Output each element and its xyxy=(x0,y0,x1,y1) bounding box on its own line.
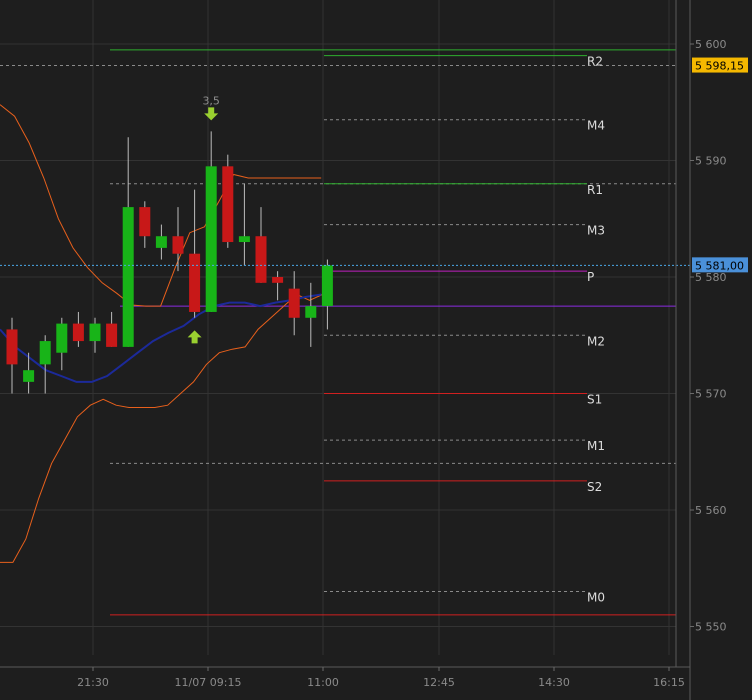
candle-body xyxy=(272,277,284,283)
pivot-level-label: P xyxy=(587,270,594,284)
candle-body xyxy=(89,323,101,342)
time-tick-label: 12:45 xyxy=(423,676,455,689)
candle-body xyxy=(189,253,201,312)
candle-body xyxy=(172,236,184,254)
candle-body xyxy=(222,166,234,243)
time-tick-label: 16:15 xyxy=(653,676,685,689)
price-tick-label: 5 560 xyxy=(695,504,727,517)
pivot-level-label: M3 xyxy=(587,224,605,238)
candle-body xyxy=(255,236,267,283)
candle-body xyxy=(6,329,18,365)
candle-body xyxy=(106,323,118,347)
pivot-level-label: R1 xyxy=(587,183,603,197)
candle-body xyxy=(321,265,333,307)
pivot-level-label: M1 xyxy=(587,439,605,453)
candle-body xyxy=(56,323,68,353)
pivot-level-label: S1 xyxy=(587,393,602,407)
pivot-level-label: R2 xyxy=(587,55,603,69)
time-tick-label: 11:00 xyxy=(307,676,339,689)
pivot-level-label: M0 xyxy=(587,591,605,605)
price-tick-label: 5 550 xyxy=(695,621,727,634)
time-tick-label: 14:30 xyxy=(538,676,570,689)
signal-label: 3,5 xyxy=(202,94,220,107)
candle-body xyxy=(155,236,167,248)
price-chart[interactable]: R2 M4 R1 M3 P M2 S1 M1 S2 M0 3,5 5 550 5 560 5 570 5… xyxy=(0,0,752,700)
candle-body xyxy=(238,236,250,243)
price-tick-label: 5 590 xyxy=(695,155,727,168)
candle-body xyxy=(288,288,300,318)
time-tick-label: 11/07 09:15 xyxy=(175,676,242,689)
candle-body xyxy=(205,166,217,312)
pivot-level-label: M2 xyxy=(587,334,605,348)
candle-body xyxy=(72,323,84,342)
time-tick-label: 21:30 xyxy=(77,676,109,689)
price-tick-label: 5 570 xyxy=(695,388,727,401)
candle-body xyxy=(139,207,151,237)
price-tick-label: 5 580 xyxy=(695,271,727,284)
price-tag-label: 5 581,00 xyxy=(695,259,744,272)
price-tick-label: 5 600 xyxy=(695,38,727,51)
candle-body xyxy=(122,207,134,347)
pivot-level-label: S2 xyxy=(587,480,602,494)
chart-window: R2 M4 R1 M3 P M2 S1 M1 S2 M0 3,5 5 550 5 560 5 570 5… xyxy=(0,0,752,700)
candle-body xyxy=(23,370,35,382)
candle-body xyxy=(39,341,51,365)
chart-background xyxy=(0,0,752,700)
pivot-level-label: M4 xyxy=(587,119,605,133)
price-tag-label: 5 598,15 xyxy=(695,60,744,73)
candle-body xyxy=(305,306,317,318)
